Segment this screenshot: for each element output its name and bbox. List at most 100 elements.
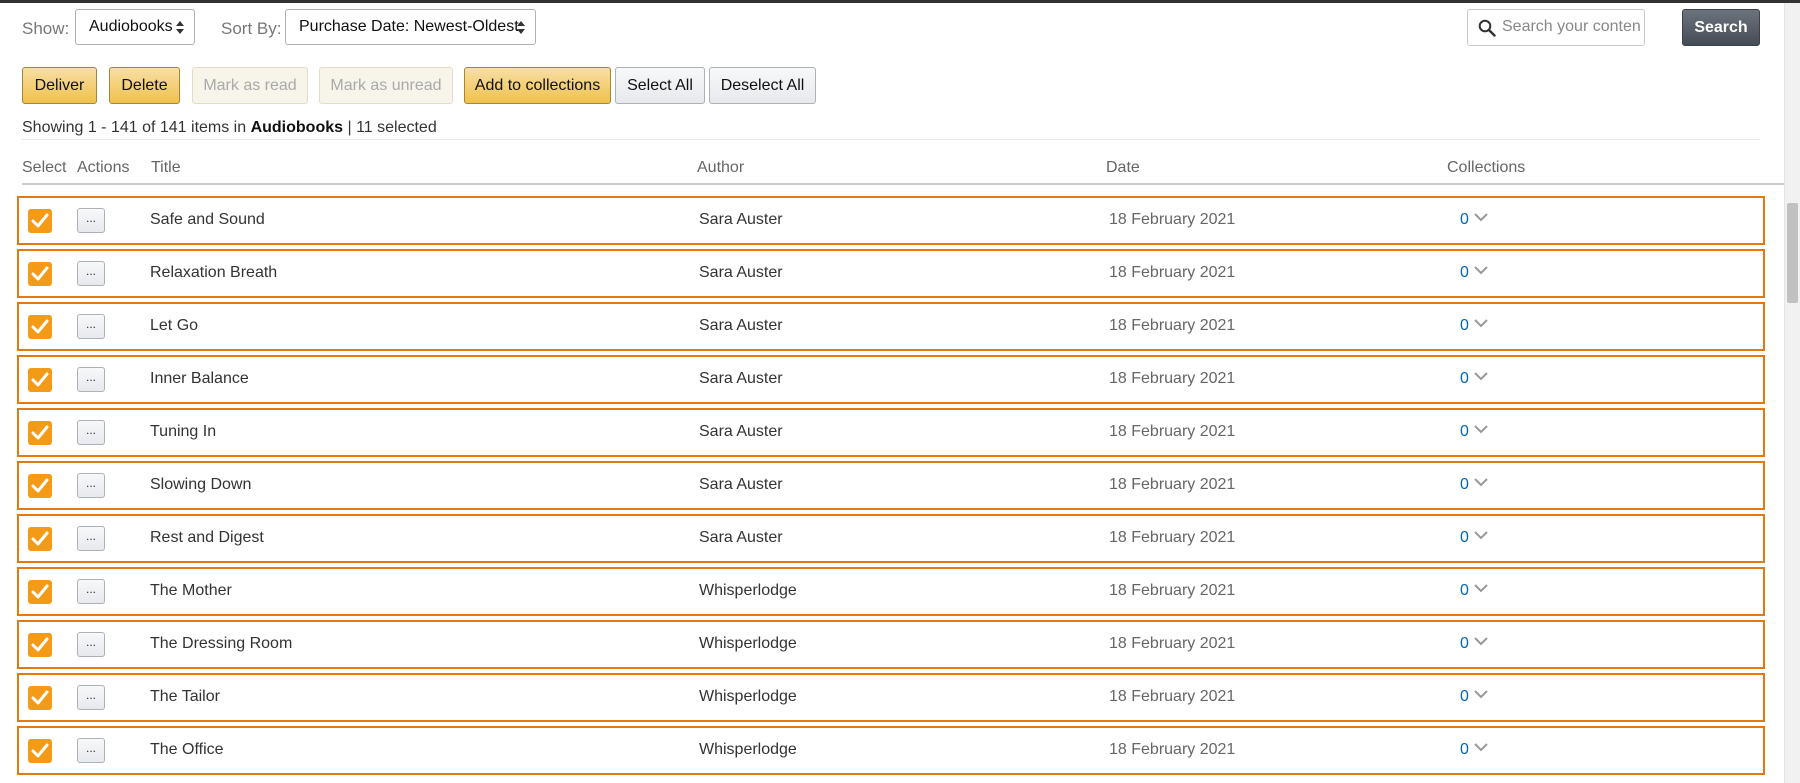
delete-button[interactable]: Delete	[109, 67, 180, 104]
chevron-down-icon[interactable]	[1474, 583, 1488, 593]
row-title[interactable]: The Tailor	[150, 688, 220, 706]
column-header-actions: Actions	[77, 159, 130, 176]
checkmark-icon	[31, 531, 49, 546]
row-checkbox[interactable]	[28, 209, 52, 233]
row-title[interactable]: Relaxation Breath	[150, 264, 277, 282]
row-checkbox[interactable]	[28, 474, 52, 498]
deliver-button[interactable]: Deliver	[22, 67, 97, 104]
row-checkbox[interactable]	[28, 686, 52, 710]
chevron-down-icon[interactable]	[1474, 530, 1488, 540]
row-date: 18 February 2021	[1109, 264, 1236, 281]
collections-count[interactable]: 0	[1460, 688, 1469, 706]
collections-count[interactable]: 0	[1460, 741, 1469, 759]
table-row[interactable]: ... Slowing Down Sara Auster 18 February…	[17, 461, 1765, 510]
row-checkbox[interactable]	[28, 315, 52, 339]
table-row[interactable]: ... The Office Whisperlodge 18 February …	[17, 726, 1765, 775]
checkmark-icon	[31, 425, 49, 440]
table-row[interactable]: ... Let Go Sara Auster 18 February 2021 …	[17, 302, 1765, 351]
collections-count[interactable]: 0	[1460, 211, 1469, 229]
chevron-down-icon[interactable]	[1474, 742, 1488, 752]
actions-menu-button[interactable]: ...	[77, 420, 105, 445]
table-row[interactable]: ... Relaxation Breath Sara Auster 18 Feb…	[17, 249, 1765, 298]
row-author: Whisperlodge	[699, 635, 797, 652]
row-title[interactable]: Safe and Sound	[150, 211, 265, 229]
row-author: Whisperlodge	[699, 582, 797, 599]
column-header-title[interactable]: Title	[151, 159, 181, 177]
show-select-value: Audiobooks	[89, 18, 173, 35]
sort-select[interactable]: Purchase Date: Newest-Oldest	[285, 9, 536, 45]
row-author: Sara Auster	[699, 423, 783, 440]
table-row[interactable]: ... The Tailor Whisperlodge 18 February …	[17, 673, 1765, 722]
deselect-all-button[interactable]: Deselect All	[709, 67, 816, 104]
collections-count[interactable]: 0	[1460, 476, 1469, 494]
chevron-down-icon[interactable]	[1474, 318, 1488, 328]
table-row[interactable]: ... Inner Balance Sara Auster 18 Februar…	[17, 355, 1765, 404]
chevron-down-icon[interactable]	[1474, 477, 1488, 487]
chevron-down-icon[interactable]	[1474, 371, 1488, 381]
results-summary: Showing 1 - 141 of 141 items in Audioboo…	[22, 119, 437, 137]
search-field[interactable]	[1467, 9, 1645, 46]
collections-count[interactable]: 0	[1460, 635, 1469, 653]
row-title[interactable]: The Office	[150, 741, 224, 759]
actions-menu-button[interactable]: ...	[77, 632, 105, 657]
checkmark-icon	[31, 743, 49, 758]
table-row[interactable]: ... The Dressing Room Whisperlodge 18 Fe…	[17, 620, 1765, 669]
summary-suffix: | 11 selected	[343, 119, 437, 136]
column-header-date[interactable]: Date	[1106, 159, 1140, 177]
actions-menu-button[interactable]: ...	[77, 473, 105, 498]
chevron-down-icon[interactable]	[1474, 424, 1488, 434]
row-title[interactable]: Tuning In	[150, 423, 216, 441]
updown-icon	[517, 21, 525, 35]
collections-count[interactable]: 0	[1460, 423, 1469, 441]
actions-menu-button[interactable]: ...	[77, 367, 105, 392]
row-checkbox[interactable]	[28, 633, 52, 657]
row-date: 18 February 2021	[1109, 529, 1236, 546]
row-title[interactable]: The Mother	[150, 582, 232, 600]
row-checkbox[interactable]	[28, 421, 52, 445]
row-checkbox[interactable]	[28, 527, 52, 551]
actions-menu-button[interactable]: ...	[77, 208, 105, 233]
actions-menu-button[interactable]: ...	[77, 738, 105, 763]
actions-menu-button[interactable]: ...	[77, 579, 105, 604]
search-button[interactable]: Search	[1682, 9, 1760, 46]
table-row[interactable]: ... Rest and Digest Sara Auster 18 Febru…	[17, 514, 1765, 563]
collections-count[interactable]: 0	[1460, 582, 1469, 600]
row-checkbox[interactable]	[28, 368, 52, 392]
summary-category: Audiobooks	[250, 119, 344, 136]
row-title[interactable]: The Dressing Room	[150, 635, 292, 653]
row-title[interactable]: Rest and Digest	[150, 529, 264, 547]
actions-menu-button[interactable]: ...	[77, 261, 105, 286]
actions-menu-button[interactable]: ...	[77, 314, 105, 339]
collections-count[interactable]: 0	[1460, 370, 1469, 388]
search-input[interactable]	[1502, 12, 1640, 42]
header-divider	[22, 183, 1784, 185]
table-row[interactable]: ... The Mother Whisperlodge 18 February …	[17, 567, 1765, 616]
collections-count[interactable]: 0	[1460, 317, 1469, 335]
scrollbar-thumb[interactable]	[1787, 203, 1798, 303]
actions-menu-button[interactable]: ...	[77, 685, 105, 710]
sort-select-value: Purchase Date: Newest-Oldest	[299, 18, 519, 35]
chevron-down-icon[interactable]	[1474, 265, 1488, 275]
show-select[interactable]: Audiobooks	[75, 9, 195, 45]
add-to-collections-button[interactable]: Add to collections	[464, 67, 611, 104]
table-row[interactable]: ... Safe and Sound Sara Auster 18 Februa…	[17, 196, 1765, 245]
row-title[interactable]: Inner Balance	[150, 370, 249, 388]
chevron-down-icon[interactable]	[1474, 689, 1488, 699]
mark-read-button[interactable]: Mark as read	[192, 67, 308, 104]
row-checkbox[interactable]	[28, 262, 52, 286]
select-all-button[interactable]: Select All	[615, 67, 705, 104]
table-row[interactable]: ... Tuning In Sara Auster 18 February 20…	[17, 408, 1765, 457]
row-checkbox[interactable]	[28, 739, 52, 763]
mark-unread-button[interactable]: Mark as unread	[319, 67, 453, 104]
row-author: Sara Auster	[699, 264, 783, 281]
actions-menu-button[interactable]: ...	[77, 526, 105, 551]
collections-count[interactable]: 0	[1460, 264, 1469, 282]
page-scrollbar[interactable]	[1784, 3, 1800, 783]
row-title[interactable]: Let Go	[150, 317, 198, 335]
column-header-author[interactable]: Author	[697, 159, 744, 177]
collections-count[interactable]: 0	[1460, 529, 1469, 547]
row-title[interactable]: Slowing Down	[150, 476, 251, 494]
chevron-down-icon[interactable]	[1474, 212, 1488, 222]
row-checkbox[interactable]	[28, 580, 52, 604]
chevron-down-icon[interactable]	[1474, 636, 1488, 646]
